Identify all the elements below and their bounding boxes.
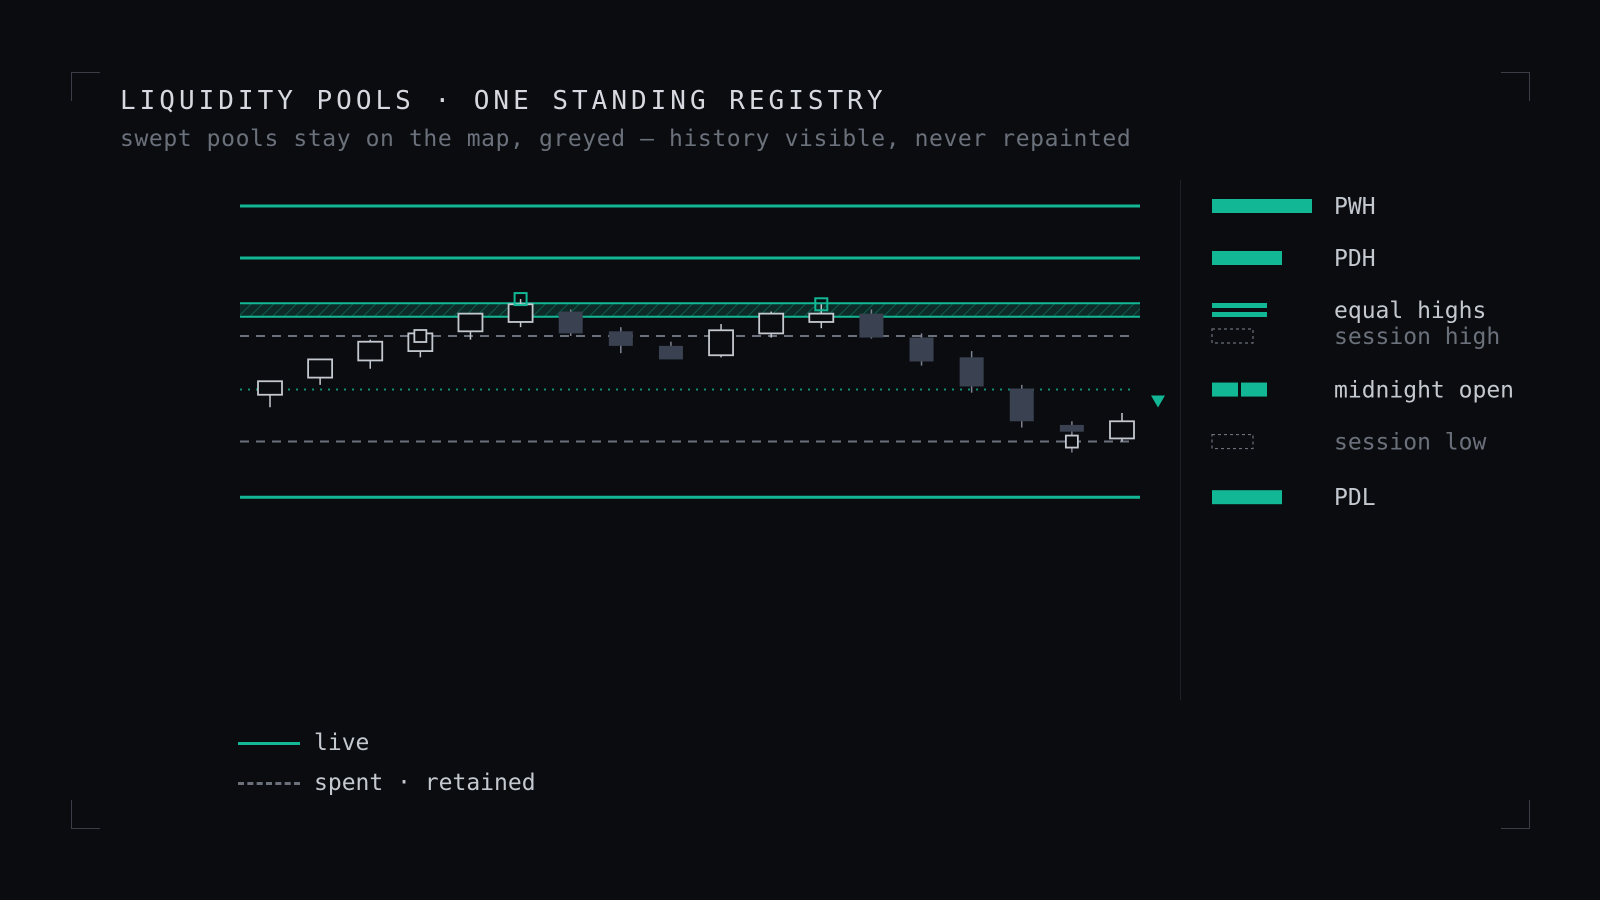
candle-body <box>507 303 534 323</box>
legend-label-equal-highs: equal highs <box>1334 298 1486 324</box>
spent-marker <box>1064 434 1079 449</box>
candle-body <box>808 312 835 323</box>
candle-body <box>959 357 984 387</box>
legend-item-pdh: PDH <box>1212 246 1376 272</box>
candle-body <box>909 337 934 362</box>
candle-body <box>257 380 283 396</box>
legend-label-session-low: session low <box>1334 430 1486 456</box>
legend-label-pdh: PDH <box>1334 246 1376 272</box>
legend-label-pwh: PWH <box>1334 194 1376 220</box>
legend-label-session-high: session high <box>1334 324 1500 350</box>
candle-body <box>1059 424 1084 432</box>
candle <box>1009 384 1034 428</box>
candle-body <box>558 311 583 334</box>
legend-swatch <box>1212 303 1267 308</box>
legend-item-session-high: session high <box>1211 324 1500 350</box>
candle <box>608 327 633 354</box>
candle <box>357 339 384 369</box>
legend-swatch <box>1212 312 1267 317</box>
candle-body <box>859 313 884 338</box>
level-legend: PWH PDH equal highssession high midnight op… <box>1211 194 1514 511</box>
spent-marker <box>413 329 428 343</box>
candle <box>307 358 334 385</box>
midnight-open-marker-icon <box>1151 395 1165 408</box>
legend-swatch <box>1212 490 1282 505</box>
legend-swatch <box>1212 199 1312 213</box>
legend-swatch <box>1211 433 1254 450</box>
legend-swatch <box>1211 328 1254 344</box>
legend-swatch <box>1212 251 1282 265</box>
candle-body <box>307 358 334 379</box>
candle <box>1109 412 1135 442</box>
candle <box>257 380 283 408</box>
key-live-swatch <box>238 742 300 745</box>
candle <box>909 333 934 366</box>
legend-swatch <box>1212 382 1238 397</box>
key-spent-swatch <box>238 782 300 785</box>
candle <box>859 309 884 339</box>
key-spent-label: spent · retained <box>314 770 536 796</box>
chart-frame: LIQUIDITY POOLS · ONE STANDING REGISTRY … <box>0 0 1600 900</box>
legend-swatch <box>1241 382 1267 397</box>
candlestick-chart: PWH PDH equal highssession high midnight op… <box>240 194 1514 511</box>
candle <box>558 309 583 336</box>
candle <box>507 292 534 328</box>
key-live: live <box>238 730 369 756</box>
candle-body <box>357 340 384 362</box>
legend-item-pwh: PWH <box>1212 194 1376 220</box>
candle <box>758 311 785 338</box>
legend-label-pdl: PDL <box>1334 485 1376 511</box>
candle-body <box>457 312 484 333</box>
candle <box>407 329 434 358</box>
candle <box>708 324 734 358</box>
candle-body <box>1009 388 1034 422</box>
legend-item-pdl: PDL <box>1212 485 1376 511</box>
key-live-label: live <box>314 730 370 756</box>
equal-highs-zone <box>240 303 1140 317</box>
candle <box>457 312 484 340</box>
legend-label-midnight-open: midnight open <box>1334 378 1514 404</box>
legend-item-session-low: session low <box>1211 430 1486 456</box>
candle <box>658 341 683 360</box>
legend-item-midnight-open: midnight open <box>1212 378 1514 404</box>
candle <box>1059 421 1084 453</box>
key-spent: spent · retained <box>238 770 536 796</box>
legend-item-equal-highs: equal highs <box>1212 298 1486 324</box>
candle <box>959 351 984 393</box>
candle-body <box>708 329 734 357</box>
candle-body <box>608 331 633 346</box>
candle-body <box>1109 420 1135 440</box>
candle-body <box>758 312 785 335</box>
candle-body <box>658 345 683 360</box>
